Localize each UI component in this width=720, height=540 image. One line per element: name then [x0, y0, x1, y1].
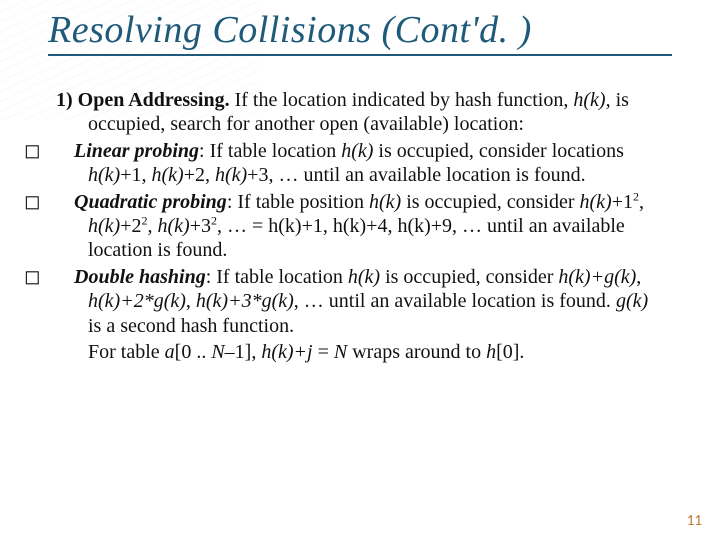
square-bullet-icon: ◻ — [56, 265, 74, 289]
square-bullet-icon: ◻ — [56, 139, 74, 163]
intro-paragraph: 1) Open Addressing. If the location indi… — [56, 88, 664, 137]
slide-body: 1) Open Addressing. If the location indi… — [56, 88, 664, 366]
linear-probing-item: ◻Linear probing: If table location h(k) … — [56, 139, 664, 188]
page-number: 11 — [687, 512, 702, 530]
wrap-note: For table a[0 .. N–1], h(k)+j = N wraps … — [56, 340, 664, 364]
square-bullet-icon: ◻ — [56, 190, 74, 214]
quadratic-probing-item: ◻Quadratic probing: If table position h(… — [56, 190, 664, 263]
intro-label: 1) Open Addressing. — [56, 89, 230, 111]
slide-title: Resolving Collisions (Cont'd. ) — [48, 8, 672, 56]
double-hashing-item: ◻Double hashing: If table location h(k) … — [56, 265, 664, 338]
slide: Resolving Collisions (Cont'd. ) 1) Open … — [0, 0, 720, 540]
quad-label: Quadratic probing — [74, 191, 227, 213]
linear-label: Linear probing — [74, 140, 199, 162]
double-label: Double hashing — [74, 266, 206, 288]
